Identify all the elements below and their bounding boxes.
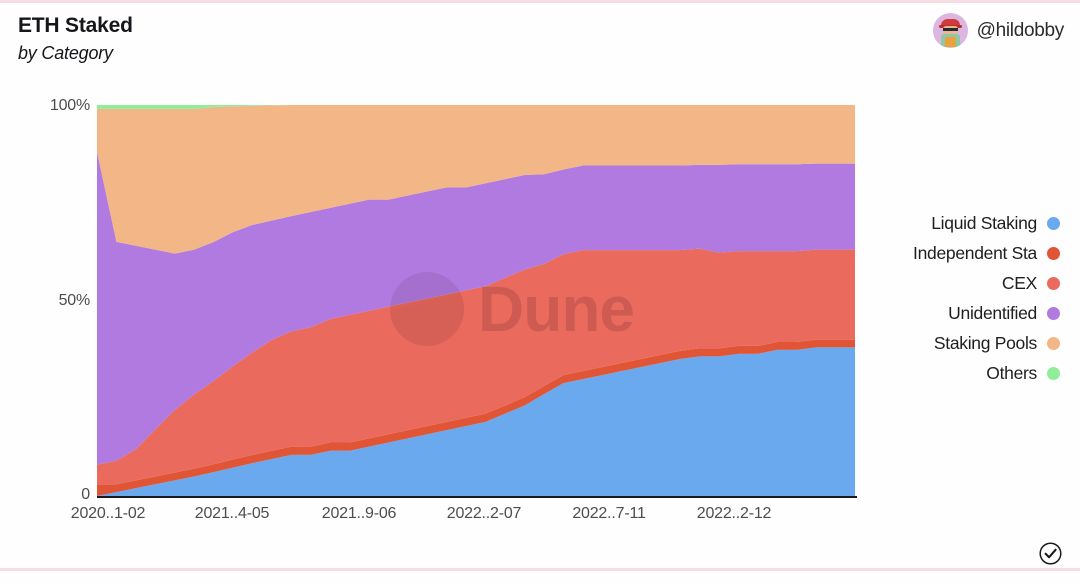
x-axis: 2020..1-02 2021..4-05 2021..9-06 2022..2… — [0, 505, 1080, 535]
legend-item-independent-staking[interactable]: Independent Sta — [850, 242, 1060, 264]
y-tick-0: 0 — [81, 486, 90, 503]
legend-color-dot-icon — [1047, 366, 1060, 380]
legend-item-cex[interactable]: CEX — [850, 272, 1060, 294]
dune-chart-card: ETH Staked by Category @hildobby 100% 50… — [0, 0, 1080, 584]
area-series-svg — [97, 105, 855, 496]
x-tick-0: 2020..1-02 — [70, 505, 146, 522]
legend-label: CEX — [1001, 272, 1037, 293]
legend-item-others[interactable]: Others — [850, 362, 1060, 384]
page-title: ETH Staked — [18, 14, 133, 37]
legend-color-dot-icon — [1047, 336, 1060, 350]
x-tick-3: 2022..2-07 — [446, 505, 522, 522]
legend-label: Independent Sta — [913, 242, 1037, 263]
legend-item-staking-pools[interactable]: Staking Pools — [850, 332, 1060, 354]
x-tick-1: 2021..4-05 — [194, 505, 270, 522]
legend-color-dot-icon — [1047, 306, 1060, 320]
author-link[interactable]: @hildobby — [932, 13, 1065, 48]
legend-label: Unidentified — [948, 302, 1037, 323]
y-tick-50: 50% — [58, 292, 91, 309]
legend-color-dot-icon — [1047, 246, 1060, 260]
legend-color-dot-icon — [1047, 216, 1060, 230]
legend-color-dot-icon — [1047, 276, 1060, 290]
card-header: ETH Staked by Category @hildobby — [0, 0, 1080, 92]
y-tick-100: 100% — [49, 97, 90, 114]
x-tick-5: 2022..2-12 — [696, 505, 772, 522]
legend-label: Staking Pools — [933, 332, 1037, 353]
y-axis: 100% 50% 0 — [0, 92, 90, 510]
legend-label: Liquid Staking — [931, 212, 1037, 233]
legend-item-unidentified[interactable]: Unidentified — [850, 302, 1060, 324]
x-tick-2: 2021..9-06 — [321, 505, 397, 522]
check-circle-icon — [1039, 542, 1062, 565]
author-handle: @hildobby — [976, 19, 1065, 41]
page-subtitle: by Category — [18, 43, 113, 63]
title-block: ETH Staked by Category — [18, 12, 133, 66]
stacked-area-plot[interactable] — [97, 105, 855, 496]
verified-check-button[interactable] — [1039, 542, 1062, 565]
avatar — [932, 13, 968, 48]
bottom-divider — [0, 568, 1080, 571]
legend-label: Others — [986, 362, 1037, 383]
legend-item-liquid-staking[interactable]: Liquid Staking — [850, 212, 1060, 234]
chart-legend: Liquid Staking Independent Sta CEX Unide… — [850, 212, 1060, 384]
x-tick-4: 2022..7-11 — [572, 505, 646, 522]
x-axis-line — [97, 496, 857, 498]
